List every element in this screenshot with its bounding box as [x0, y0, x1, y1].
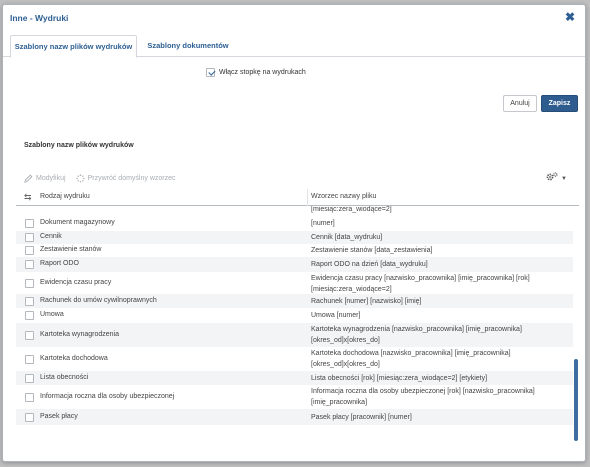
grid-scrollbar[interactable] — [573, 206, 579, 443]
table-row-partial: [miesiąc:zera_wiodące=2] — [16, 206, 573, 215]
row-checkbox[interactable] — [25, 260, 34, 269]
table-row[interactable]: Dokument magazynowy [numer] — [16, 215, 573, 231]
row-pattern: Informacja roczna dla osoby ubezpieczone… — [311, 388, 535, 406]
table-row[interactable]: Cennik Cennik [data_wydruku] — [16, 231, 573, 244]
row-pattern: Raport ODO na dzień [data_wydruku] — [311, 261, 428, 268]
footer-checkbox[interactable] — [206, 67, 215, 77]
restore-default-label: Przywróć domyślny wzorzec — [87, 174, 176, 182]
row-print-type: Kartoteka wynagrodzenia — [40, 331, 119, 338]
table-row[interactable]: Pasek płacy Pasek płacy [pracownik] [nume… — [16, 409, 573, 425]
footer-option[interactable]: Włącz stopkę na wydrukach — [206, 67, 306, 77]
modify-button[interactable]: Modyfikuj — [24, 174, 66, 183]
save-button[interactable]: Zapisz — [541, 95, 578, 112]
row-pattern: Ewidencja czasu pracy [nazwisko_pracowni… — [311, 275, 530, 293]
table-row[interactable]: Ewidencja czasu pracy Ewidencja czasu pra… — [16, 272, 573, 294]
row-pattern: Kartoteka dochodowa [nazwisko_pracownika… — [311, 350, 511, 368]
table-row[interactable]: Raport ODO Raport ODO na dzień [data_wydr… — [16, 257, 573, 272]
row-pattern: Umowa [numer] — [311, 312, 361, 319]
row-print-type: Raport ODO — [40, 260, 79, 267]
row-print-type: Lista obecności — [40, 374, 89, 381]
row-checkbox[interactable] — [25, 279, 34, 288]
row-checkbox[interactable] — [25, 311, 34, 320]
grid-body: [miesiąc:zera_wiodące=2] Dokument magazy… — [16, 206, 573, 443]
row-checkbox[interactable] — [25, 374, 34, 383]
row-pattern: Rachunek [numer] [nazwisko] [imię] — [311, 298, 422, 305]
row-print-type: Rachunek do umów cywilnoprawnych — [40, 297, 157, 304]
row-print-type: Dokument magazynowy — [40, 219, 115, 226]
row-checkbox[interactable] — [25, 331, 34, 340]
close-icon[interactable]: ✖ — [563, 10, 577, 24]
table-row[interactable]: Rachunek do umów cywilnoprawnych Rachunek… — [16, 294, 573, 308]
row-pattern: [numer] — [311, 220, 335, 227]
row-pattern: Pasek płacy [pracownik] [numer] — [311, 414, 412, 421]
scrollbar-thumb[interactable] — [574, 359, 578, 441]
tab-file-name-templates[interactable]: Szablony nazw plików wydruków — [10, 35, 137, 58]
table-row[interactable]: Zestawienie stanów Zestawienie stanów [da… — [16, 244, 573, 257]
row-print-type: Pasek płacy — [40, 413, 78, 420]
row-pattern: Lista obecności [rok] [miesiąc:zera_wiod… — [311, 375, 488, 382]
row-pattern: [miesiąc:zera_wiodące=2] — [311, 206, 392, 213]
row-checkbox[interactable] — [25, 297, 34, 306]
row-print-type: Cennik — [40, 233, 62, 240]
tab-bar: Szablony nazw plików wydruków Szablony d… — [3, 32, 585, 58]
dialog-title: Inne - Wydruki — [10, 13, 69, 23]
row-checkbox[interactable] — [25, 233, 34, 242]
grid-toolbar: Modyfikuj Przywróć domyślny wzorzec — [24, 172, 176, 184]
footer-checkbox-label: Włącz stopkę na wydrukach — [219, 68, 306, 76]
tab-document-templates[interactable]: Szablony dokumentów — [140, 35, 236, 57]
table-row[interactable]: Umowa Umowa [numer] — [16, 308, 573, 323]
dialog-titlebar: Inne - Wydruki ✖ — [3, 5, 585, 29]
column-header-print-type[interactable]: Rodzaj wydruku — [40, 193, 90, 200]
section-title: Szablony nazw plików wydruków — [24, 142, 134, 149]
templates-grid: ⇆ Rodzaj wydruku Wzorzec nazwy pliku [mi… — [16, 189, 579, 443]
pencil-icon — [24, 174, 33, 183]
table-row[interactable]: Informacja roczna dla osoby ubezpieczone… — [16, 385, 573, 409]
column-header-file-pattern[interactable]: Wzorzec nazwy pliku — [311, 193, 376, 200]
sort-icon[interactable]: ⇆ — [24, 192, 32, 203]
row-pattern: Zestawienie stanów [data_zestawienia] — [311, 247, 433, 254]
row-checkbox[interactable] — [25, 393, 34, 402]
column-divider — [307, 189, 308, 206]
grid-header: ⇆ Rodzaj wydruku Wzorzec nazwy pliku — [16, 189, 579, 206]
chevron-down-icon: ▼ — [561, 175, 567, 182]
table-row[interactable]: Kartoteka wynagrodzenia Kartoteka wynagro… — [16, 323, 573, 347]
row-checkbox[interactable] — [25, 246, 34, 255]
row-pattern: Cennik [data_wydruku] — [311, 234, 383, 241]
row-print-type: Informacja roczna dla osoby ubezpieczone… — [40, 393, 175, 400]
row-print-type: Kartoteka dochodowa — [40, 355, 108, 362]
row-checkbox[interactable] — [25, 413, 34, 422]
restore-default-button[interactable]: Przywróć domyślny wzorzec — [76, 173, 176, 183]
grid-settings-menu[interactable]: ▼ — [546, 172, 567, 185]
spinner-icon — [76, 173, 85, 183]
row-pattern: Kartoteka wynagrodzenia [nazwisko_pracow… — [311, 326, 522, 344]
row-print-type: Zestawienie stanów — [40, 246, 102, 253]
table-row[interactable]: Kartoteka dochodowa Kartoteka dochodowa [… — [16, 347, 573, 371]
print-settings-dialog: Inne - Wydruki ✖ Szablony nazw plików wy… — [2, 4, 586, 462]
row-checkbox[interactable] — [25, 355, 34, 364]
row-checkbox[interactable] — [25, 219, 34, 228]
modify-label: Modyfikuj — [36, 174, 66, 182]
table-row[interactable]: Lista obecności Lista obecności [rok] [mi… — [16, 371, 573, 385]
gears-icon — [546, 172, 558, 185]
row-print-type: Umowa — [40, 311, 64, 318]
row-print-type: Ewidencja czasu pracy — [40, 279, 112, 286]
cancel-button[interactable]: Anuluj — [503, 95, 537, 112]
